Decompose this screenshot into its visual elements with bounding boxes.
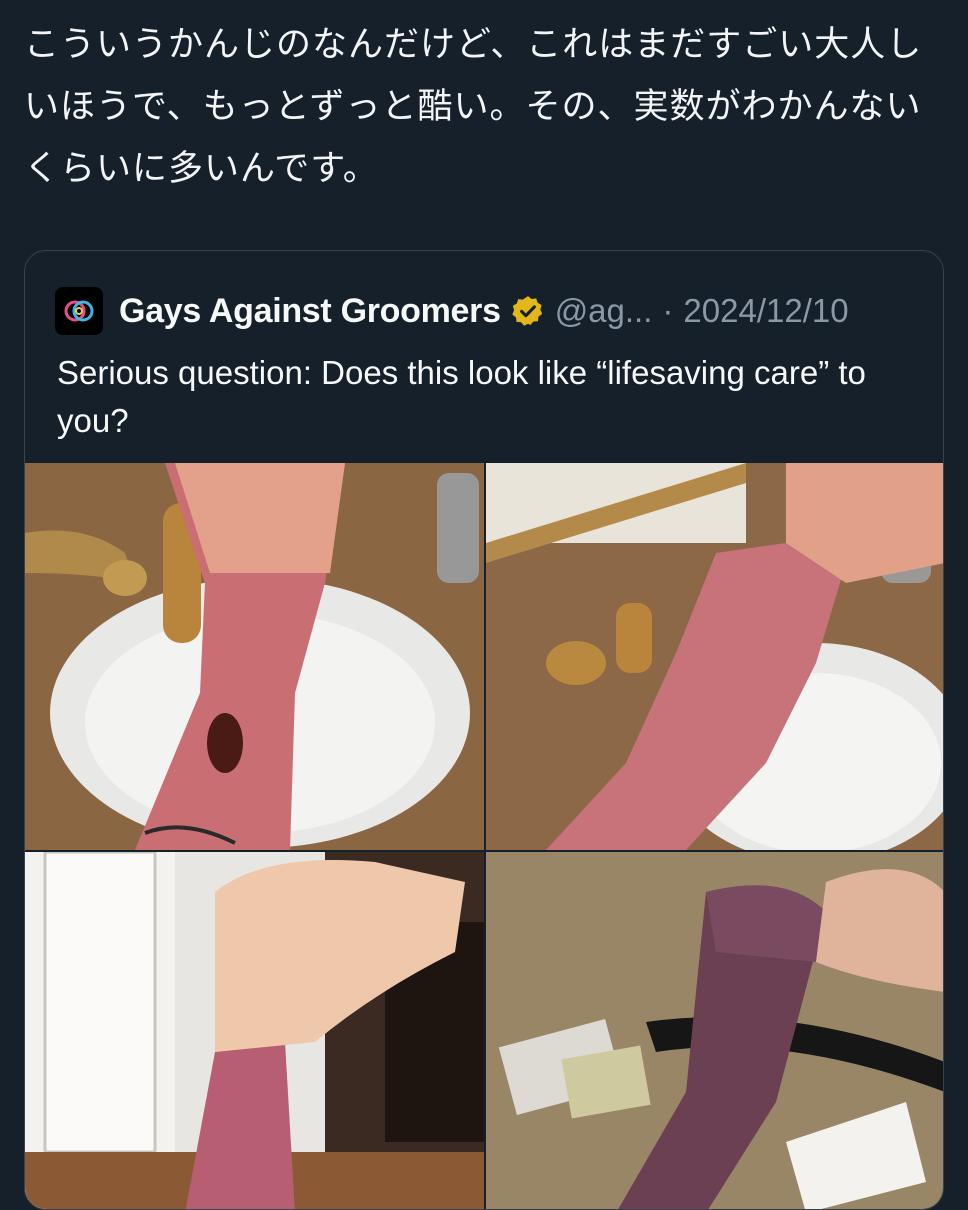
quoted-post-header: Gays Against Groomers @ag... · 2024/12/1… xyxy=(55,287,849,335)
post-text: こういうかんじのなんだけど、これはまだすごい大人しいほうで、もっとずっと酷い。そ… xyxy=(24,25,923,189)
post-date[interactable]: 2024/12/10 xyxy=(683,292,848,330)
quoted-post-card[interactable]: Gays Against Groomers @ag... · 2024/12/1… xyxy=(24,250,944,1210)
photo-1[interactable] xyxy=(25,463,484,850)
verified-badge-icon xyxy=(511,296,542,326)
photo-grid xyxy=(25,463,943,1209)
header-separator: · xyxy=(662,292,674,329)
author-handle[interactable]: @ag... xyxy=(555,292,653,330)
avatar[interactable] xyxy=(55,287,103,335)
photo-2[interactable] xyxy=(486,463,943,850)
quoted-post-text: Serious question: Does this look like “l… xyxy=(57,354,866,439)
author-name[interactable]: Gays Against Groomers xyxy=(119,292,501,331)
photo-3[interactable] xyxy=(25,852,484,1209)
photo-4[interactable] xyxy=(486,852,943,1209)
